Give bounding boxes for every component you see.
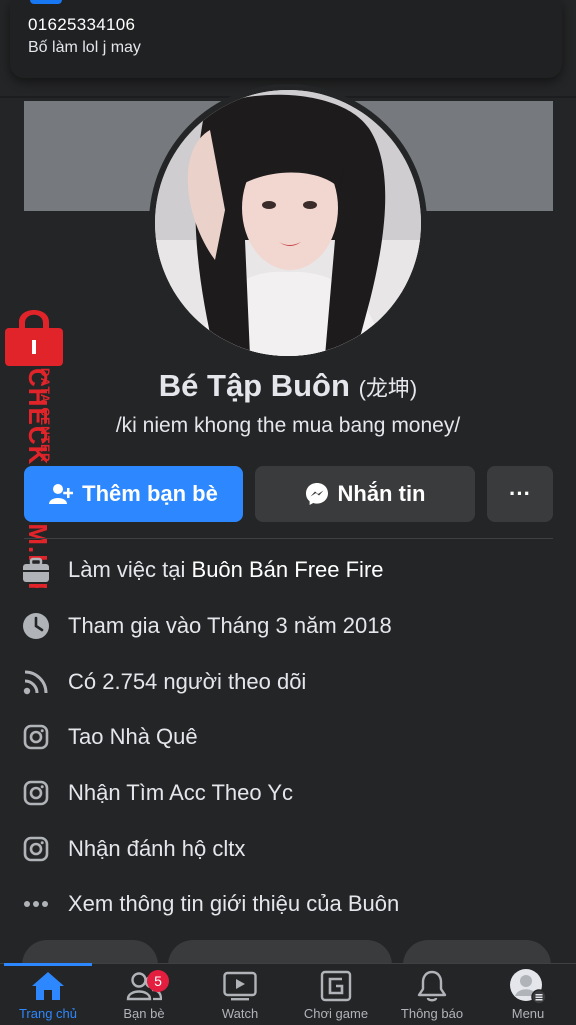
tab-friends-label: Bạn bè (123, 1006, 165, 1021)
app-icon (30, 0, 62, 4)
avatar-photo (155, 90, 421, 356)
info-followers[interactable]: Có 2.754 người theo dõi (22, 662, 306, 702)
see-about-link[interactable]: Xem thông tin giới thiệu của Buôn (22, 884, 399, 924)
briefcase-icon (22, 556, 50, 584)
info-work[interactable]: Làm việc tại Buôn Bán Free Fire (22, 550, 384, 590)
tab-notifications[interactable]: Thông báo (384, 968, 480, 1024)
tab-notifications-label: Thông báo (400, 1006, 464, 1021)
friends-icon (96, 968, 192, 1004)
info-work-prefix: Làm việc tại (68, 557, 186, 582)
add-friend-button[interactable]: Thêm bạn bè (24, 466, 243, 522)
info-joined-text: Tham gia vào Tháng 3 năm 2018 (68, 613, 392, 638)
friends-badge: 5 (147, 970, 169, 992)
profile-avatar[interactable] (155, 90, 421, 356)
tab-friends[interactable]: 5 Bạn bè (96, 968, 192, 1024)
tab-home[interactable]: Trang chủ (0, 968, 96, 1024)
chip[interactable] (22, 940, 158, 964)
notification-banner[interactable]: 01625334106 Bố làm lol j may (10, 0, 562, 78)
bell-icon (384, 968, 480, 1004)
home-icon (0, 968, 96, 1004)
active-tab-indicator (4, 963, 92, 966)
tab-menu-label: Menu (511, 1006, 545, 1021)
notification-title: 01625334106 (28, 15, 136, 34)
instagram-icon (22, 779, 50, 807)
info-instagram-3[interactable]: Nhận đánh hộ cltx (22, 829, 245, 869)
info-instagram-2-text: Nhận Tìm Acc Theo Yc (68, 780, 294, 805)
messenger-icon (305, 483, 328, 505)
chip[interactable] (168, 940, 392, 964)
tab-menu[interactable]: Menu (480, 968, 576, 1024)
instagram-icon (22, 835, 50, 863)
gaming-icon (288, 968, 384, 1004)
see-about-text: Xem thông tin giới thiệu của Buôn (68, 891, 400, 916)
clock-icon (22, 612, 50, 640)
info-work-place[interactable]: Buôn Bán Free Fire (192, 557, 384, 583)
notification-body: Bố làm lol j may (28, 39, 141, 56)
tab-gaming[interactable]: Chơi game (288, 968, 384, 1024)
info-followers-text: Có 2.754 người theo dõi (68, 669, 307, 694)
more-options-button[interactable]: ··· (487, 466, 553, 522)
add-friend-label: Thêm bạn bè (82, 481, 218, 506)
add-friend-icon (49, 484, 74, 504)
profile-alt-name: (龙坤) (358, 376, 418, 401)
message-label: Nhắn tin (337, 481, 426, 506)
info-instagram-1[interactable]: Tao Nhà Quê (22, 717, 198, 757)
profile-name-text: Bé Tập Buôn (158, 368, 350, 403)
menu-avatar-icon (480, 968, 576, 1005)
info-instagram-3-text: Nhận đánh hộ cltx (68, 836, 246, 861)
watch-icon (192, 968, 288, 1004)
tab-gaming-label: Chơi game (303, 1006, 369, 1021)
profile-name: Bé Tập Buôn (龙坤) (0, 368, 576, 404)
chip[interactable] (403, 940, 551, 964)
tab-watch[interactable]: Watch (192, 968, 288, 1024)
tab-watch-label: Watch (221, 1006, 259, 1021)
section-divider (24, 538, 553, 539)
message-button[interactable]: Nhắn tin (255, 466, 475, 522)
tab-home-label: Trang chủ (18, 1006, 78, 1021)
featured-chips (0, 940, 576, 964)
profile-bio: /ki niem khong the mua bang money/ (115, 414, 461, 437)
info-instagram-1-text: Tao Nhà Quê (68, 724, 198, 749)
checkscam-watermark: CHECKSCAM.INFO DATA CENTER (3, 308, 65, 620)
ellipsis-icon (22, 890, 50, 918)
info-instagram-2[interactable]: Nhận Tìm Acc Theo Yc (22, 773, 293, 813)
instagram-icon (22, 723, 50, 751)
rss-icon (22, 668, 50, 696)
more-icon: ··· (509, 481, 531, 506)
info-joined: Tham gia vào Tháng 3 năm 2018 (22, 606, 392, 646)
